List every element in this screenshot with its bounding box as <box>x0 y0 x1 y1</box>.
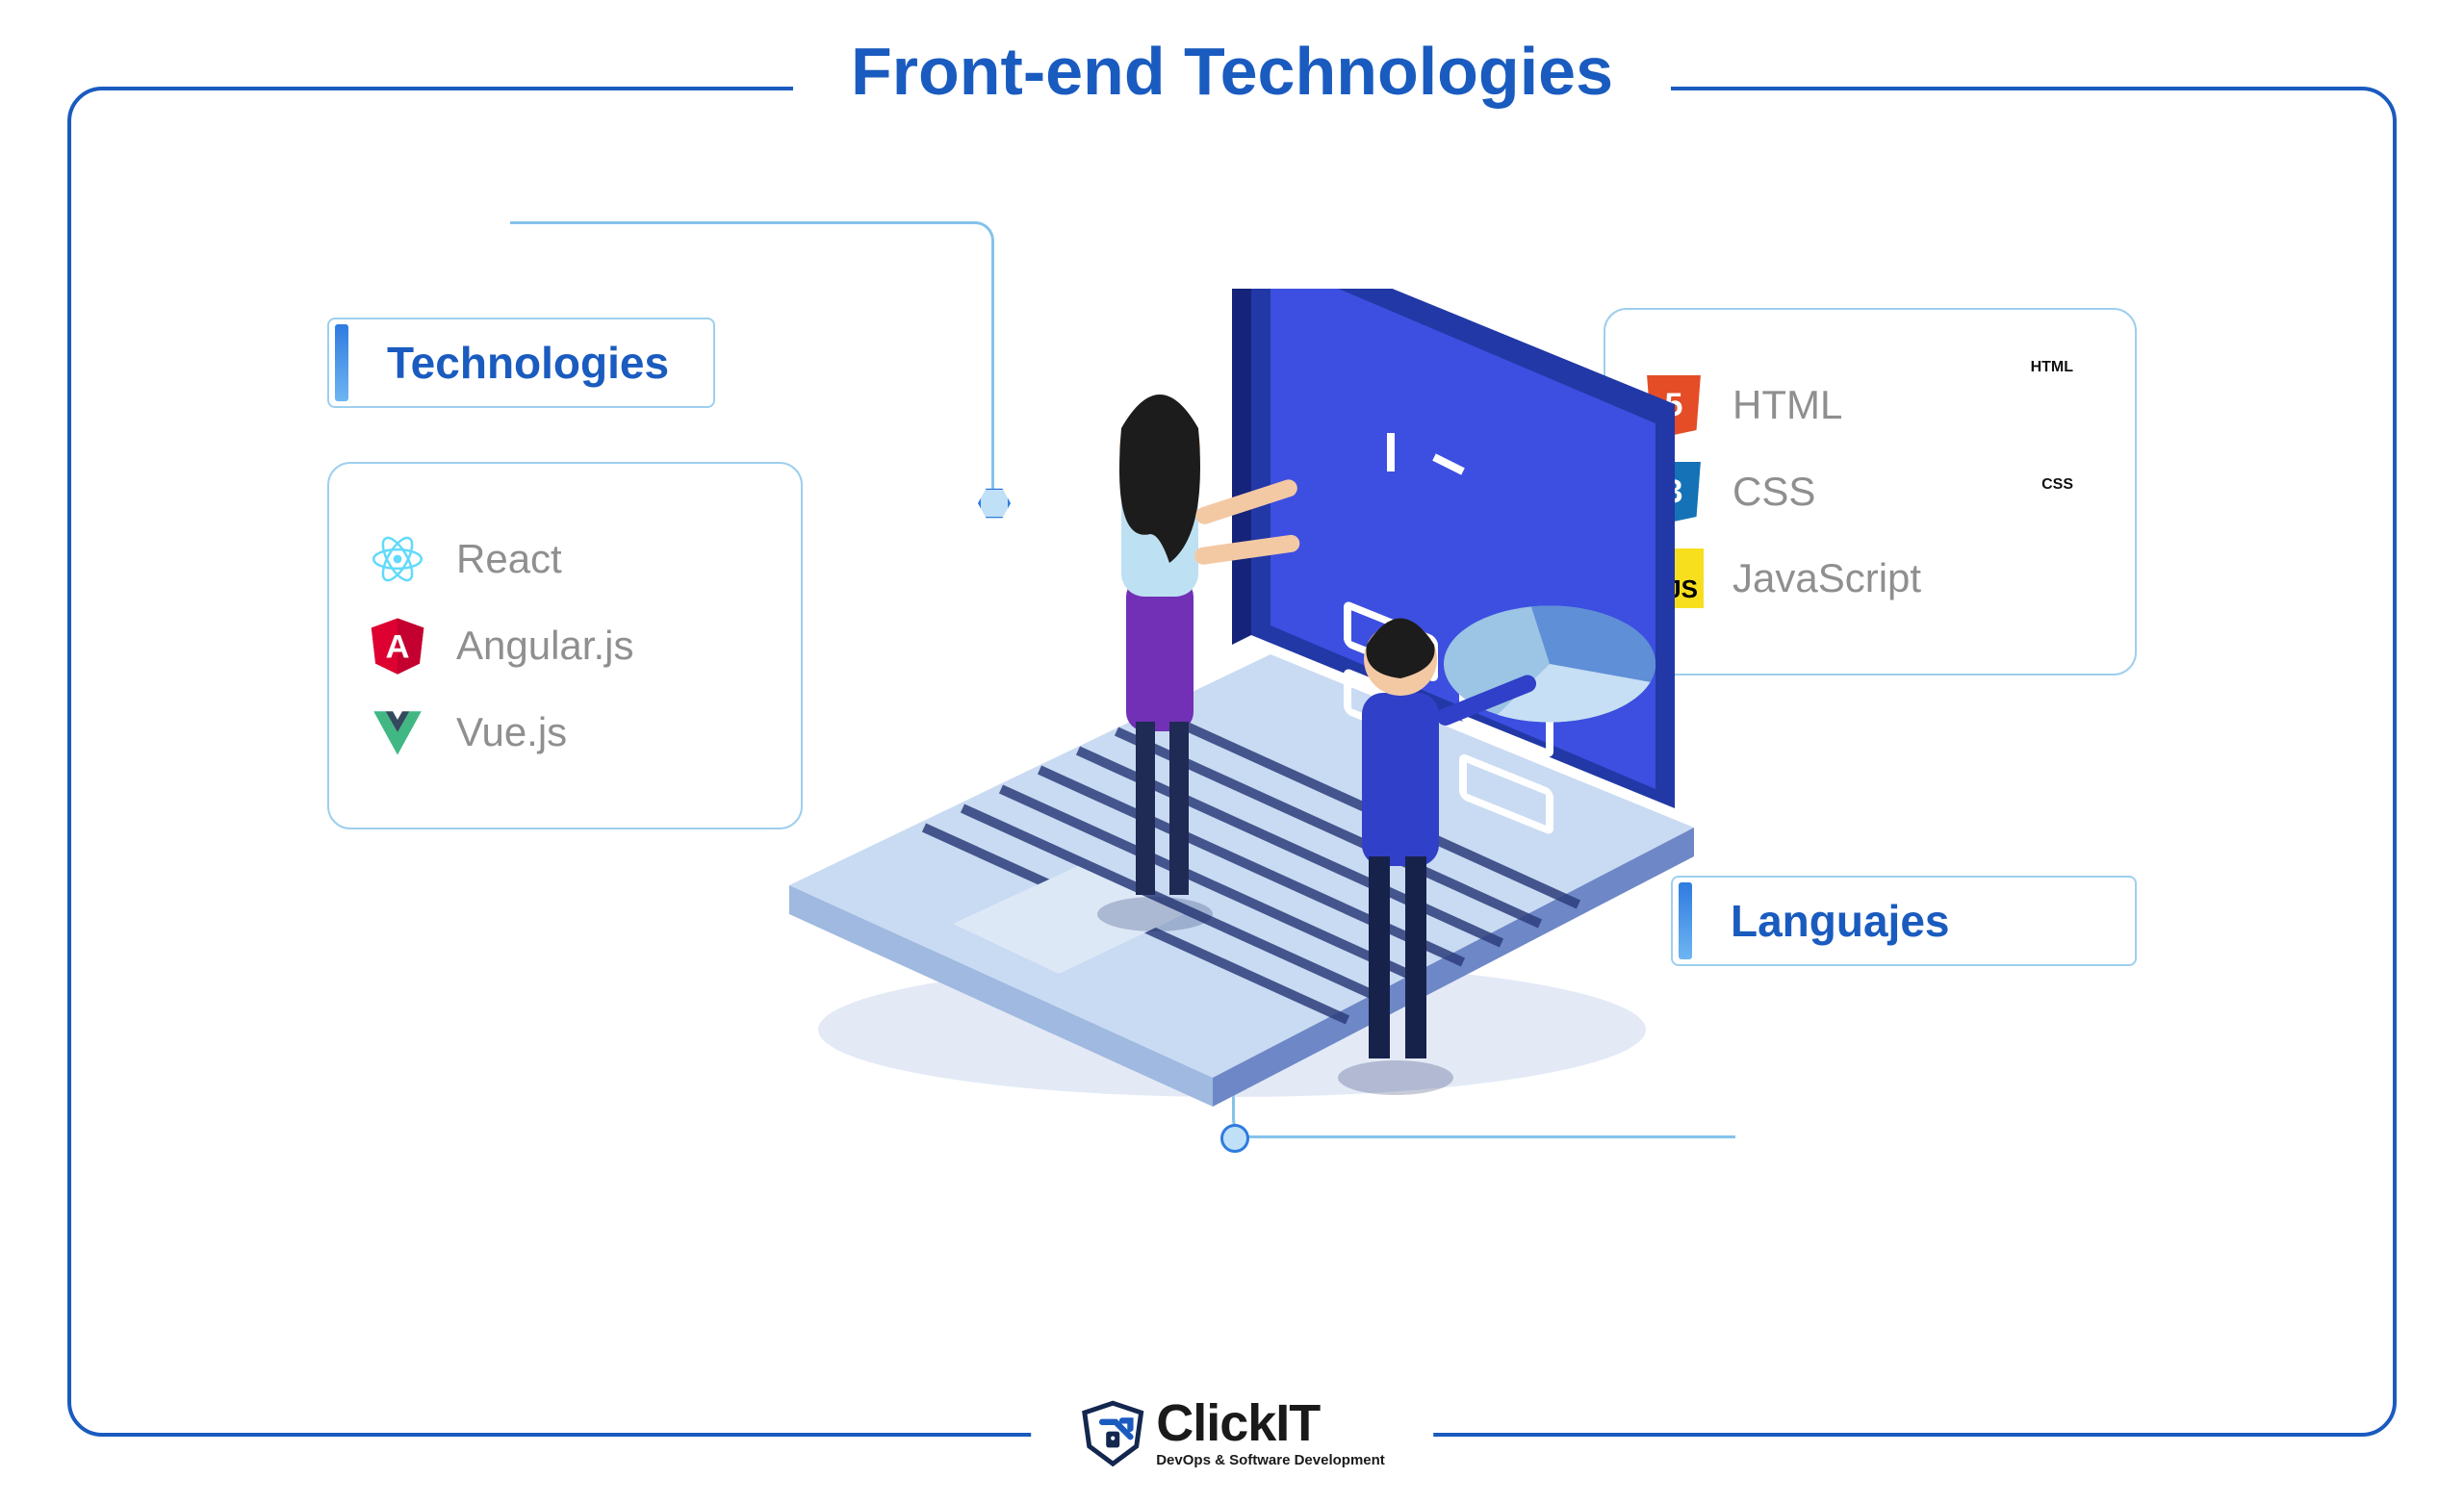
page-title: Front-end Technologies <box>851 33 1613 110</box>
brand-mark-icon <box>1079 1399 1146 1466</box>
item-label: HTML <box>1732 382 1842 428</box>
item-label: Angular.js <box>456 623 633 669</box>
svg-text:A: A <box>385 628 409 665</box>
brand-name: ClickIT <box>1156 1397 1385 1449</box>
laptop-illustration <box>732 289 1732 1155</box>
badge-accent-bar <box>335 324 348 401</box>
languages-badge: Languajes <box>1671 876 2137 966</box>
item-label: React <box>456 536 562 582</box>
list-item: A Angular.js <box>368 616 762 676</box>
css-mini-badge: CSS <box>2041 476 2073 494</box>
vue-icon <box>368 702 427 762</box>
title-wrap: Front-end Technologies <box>793 33 1671 110</box>
list-item: Vue.js <box>368 702 762 762</box>
item-label: Vue.js <box>456 709 567 755</box>
languages-label: Languajes <box>1692 895 1994 947</box>
brand-logo: ClickIT DevOps & Software Development <box>1031 1397 1433 1467</box>
brand-text: ClickIT DevOps & Software Development <box>1156 1397 1385 1467</box>
list-item: React <box>368 529 762 589</box>
item-label: JavaScript <box>1732 555 1921 601</box>
brand-tagline: DevOps & Software Development <box>1156 1453 1385 1467</box>
angular-icon: A <box>368 616 427 676</box>
item-label: CSS <box>1732 469 1815 515</box>
html-mini-badge: HTML <box>2031 359 2073 376</box>
react-icon <box>368 529 427 589</box>
